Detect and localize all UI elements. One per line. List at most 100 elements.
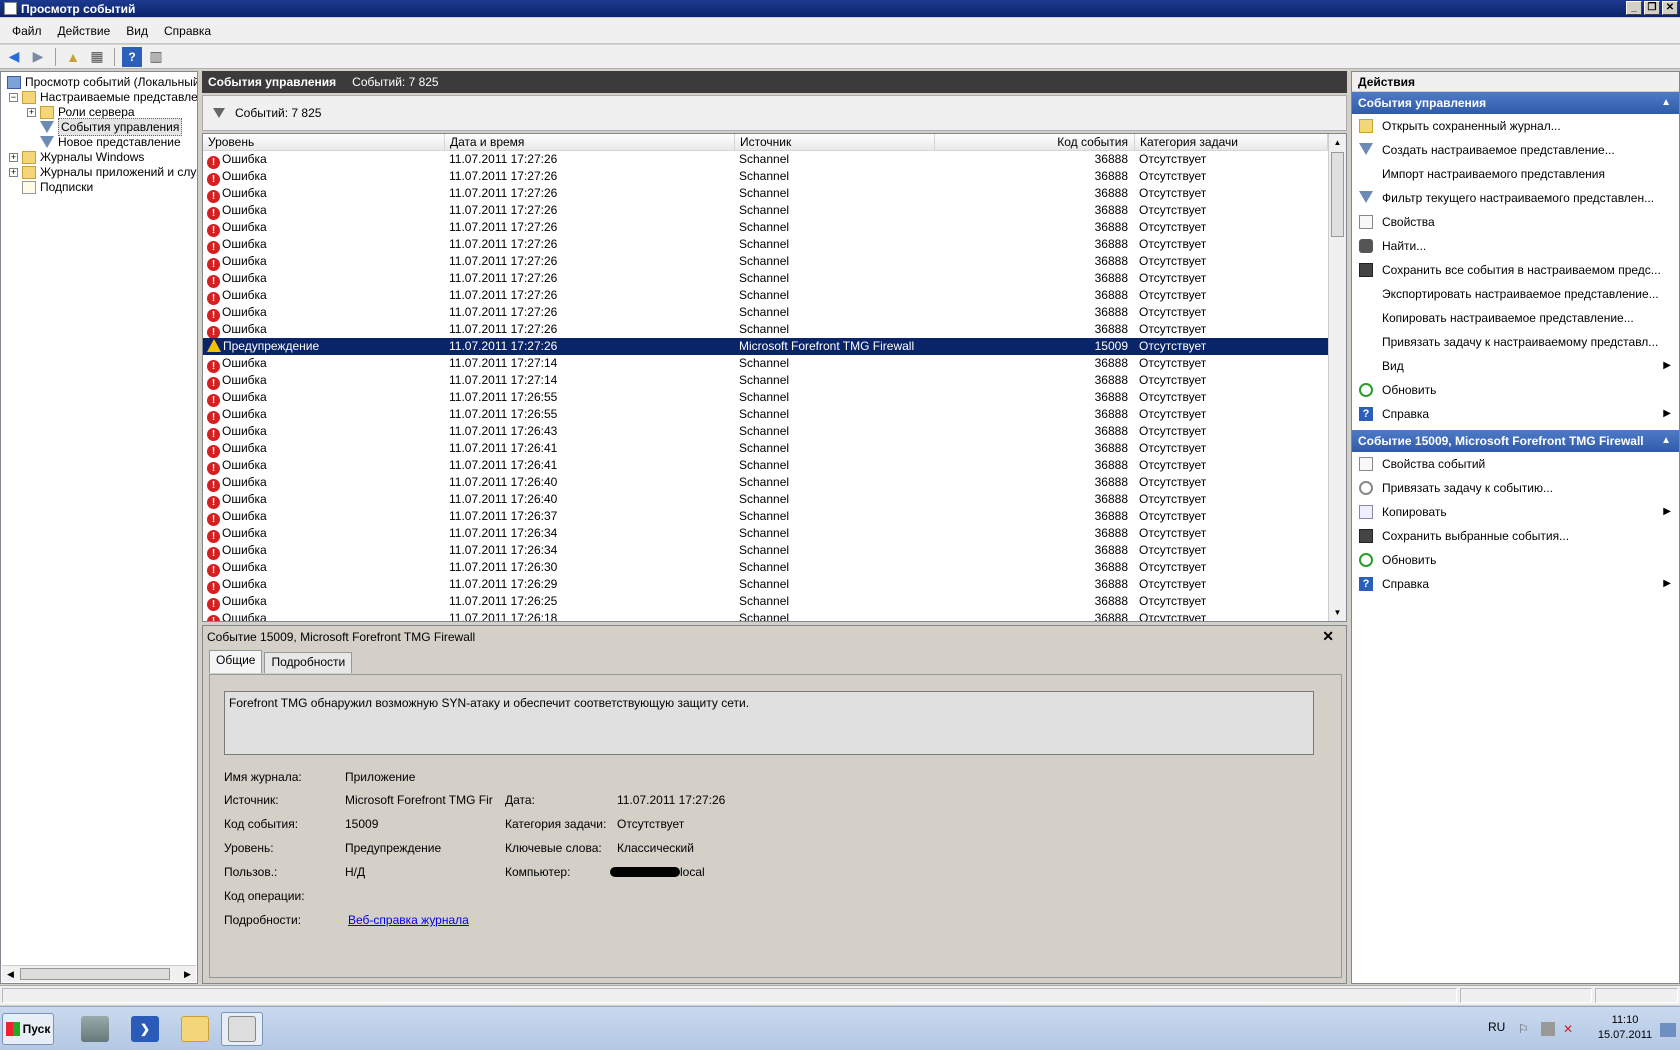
action-item[interactable]: Найти... [1352,234,1679,258]
up-folder-icon[interactable]: ▲ [63,47,83,67]
network-icon[interactable] [1541,1022,1555,1036]
tree-item-local[interactable]: Просмотр событий (Локальный) [7,74,197,90]
collapse-icon[interactable]: − [9,92,18,102]
forward-arrow-icon[interactable]: ▶ [28,47,48,67]
tab-general[interactable]: Общие [209,650,263,673]
action-item[interactable]: Привязать задачу к настраиваемому предст… [1352,330,1679,354]
minimize-button[interactable]: _ [1626,1,1642,15]
close-button[interactable]: ✕ [1662,1,1678,15]
action-item[interactable]: Импорт настраиваемого представления [1352,162,1679,186]
menu-help[interactable]: Справка [156,24,219,38]
action-item[interactable]: Свойства событий [1352,452,1679,476]
table-row[interactable]: ! Ошибка 11.07.2011 17:27:26 Schannel 36888 О… [203,185,1328,203]
event-log-online-help-link[interactable]: Веб-справка журнала [348,913,469,927]
taskbar-server-manager[interactable] [74,1012,116,1046]
table-row[interactable]: ! Ошибка 11.07.2011 17:27:26 Schannel 36888 О… [203,321,1328,339]
table-row[interactable]: ! Ошибка 11.07.2011 17:26:18 Schannel 36888 О… [203,610,1328,621]
table-row[interactable]: ! Ошибка 11.07.2011 17:27:26 Schannel 36888 О… [203,270,1328,288]
action-item[interactable]: ? Справка ▶ [1352,572,1679,596]
column-datetime[interactable]: Дата и время [445,134,735,151]
action-item[interactable]: Экспортировать настраиваемое представлен… [1352,282,1679,306]
show-hide-action-pane-icon[interactable]: ▥ [146,47,166,67]
table-row[interactable]: ! Ошибка 11.07.2011 17:26:40 Schannel 36888 О… [203,491,1328,509]
tree-item-subscriptions[interactable]: Подписки [22,179,93,195]
table-row[interactable]: ! Ошибка 11.07.2011 17:27:26 Schannel 36888 О… [203,304,1328,322]
expand-icon[interactable]: + [27,107,36,117]
table-row[interactable]: ! Ошибка 11.07.2011 17:26:37 Schannel 36888 О… [203,508,1328,526]
show-hide-tree-icon[interactable]: ▦ [87,47,107,67]
restore-button[interactable]: ❐ [1644,1,1660,15]
event-message[interactable]: Forefront TMG обнаружил возможную SYN-ат… [224,691,1314,755]
table-row[interactable]: ! Ошибка 11.07.2011 17:27:14 Schannel 36888 О… [203,372,1328,390]
table-row[interactable]: ! Ошибка 11.07.2011 17:26:55 Schannel 36888 О… [203,389,1328,407]
table-row[interactable]: Предупреждение 11.07.2011 17:27:26 Microso… [203,338,1328,355]
action-item[interactable]: Обновить [1352,548,1679,572]
taskbar-explorer[interactable] [174,1012,216,1046]
column-source[interactable]: Источник [735,134,935,151]
taskbar-event-viewer[interactable] [221,1012,263,1046]
scroll-thumb[interactable] [1331,152,1344,237]
action-center-flag-icon[interactable]: ⚐ [1518,1022,1532,1036]
action-item[interactable]: Фильтр текущего настраиваемого представл… [1352,186,1679,210]
action-item[interactable]: Создать настраиваемое представление... [1352,138,1679,162]
scroll-down-icon[interactable]: ▼ [1329,604,1346,621]
tree-item-new-view[interactable]: Новое представление [40,134,181,150]
table-row[interactable]: ! Ошибка 11.07.2011 17:26:29 Schannel 36888 О… [203,576,1328,594]
collapse-section-icon[interactable]: ▲ [1661,430,1671,452]
table-row[interactable]: ! Ошибка 11.07.2011 17:26:25 Schannel 36888 О… [203,593,1328,611]
action-item[interactable]: ? Справка ▶ [1352,402,1679,426]
scroll-thumb[interactable] [20,968,170,980]
close-icon[interactable]: ✕ [1322,628,1334,645]
menu-action[interactable]: Действие [50,24,119,38]
show-desktop-icon[interactable] [1660,1023,1676,1037]
table-row[interactable]: ! Ошибка 11.07.2011 17:27:26 Schannel 36888 О… [203,219,1328,237]
action-item[interactable]: Вид ▶ [1352,354,1679,378]
actions-section-view[interactable]: События управления ▲ [1352,92,1679,114]
table-vertical-scrollbar[interactable]: ▲ ▼ [1328,134,1346,621]
tree-item-windows-logs[interactable]: + Журналы Windows [9,149,144,165]
collapse-section-icon[interactable]: ▲ [1661,92,1671,114]
tree-item-custom-views[interactable]: − Настраиваемые представлени [9,89,197,105]
tree-item-admin-events[interactable]: События управления [40,118,183,136]
table-row[interactable]: ! Ошибка 11.07.2011 17:26:34 Schannel 36888 О… [203,525,1328,543]
back-arrow-icon[interactable]: ◀ [4,47,24,67]
input-language[interactable]: RU [1488,1020,1505,1034]
tree-item-app-service-logs[interactable]: + Журналы приложений и служ [9,164,197,180]
expand-icon[interactable]: + [9,167,18,177]
start-button[interactable]: Пуск [2,1013,54,1045]
table-row[interactable]: ! Ошибка 11.07.2011 17:27:26 Schannel 36888 О… [203,202,1328,220]
table-row[interactable]: ! Ошибка 11.07.2011 17:26:40 Schannel 36888 О… [203,474,1328,492]
table-row[interactable]: ! Ошибка 11.07.2011 17:27:26 Schannel 36888 О… [203,236,1328,254]
scroll-up-icon[interactable]: ▲ [1329,134,1346,151]
table-row[interactable]: ! Ошибка 11.07.2011 17:26:41 Schannel 36888 О… [203,440,1328,458]
action-item[interactable]: Открыть сохраненный журнал... [1352,114,1679,138]
tab-details[interactable]: Подробности [264,652,353,673]
taskbar-powershell[interactable]: ❯ [124,1012,166,1046]
actions-section-event[interactable]: Событие 15009, Microsoft Forefront TMG F… [1352,430,1679,452]
table-row[interactable]: ! Ошибка 11.07.2011 17:26:55 Schannel 36888 О… [203,406,1328,424]
tree-horizontal-scrollbar[interactable]: ◀ ▶ [2,965,196,982]
action-item[interactable]: Сохранить все события в настраиваемом пр… [1352,258,1679,282]
table-row[interactable]: ! Ошибка 11.07.2011 17:27:26 Schannel 36888 О… [203,168,1328,186]
column-task-category[interactable]: Категория задачи [1135,134,1328,151]
menu-view[interactable]: Вид [118,24,156,38]
volume-muted-icon[interactable]: ✕ [1563,1022,1577,1036]
table-row[interactable]: ! Ошибка 11.07.2011 17:26:41 Schannel 36888 О… [203,457,1328,475]
action-item[interactable]: Свойства [1352,210,1679,234]
action-item[interactable]: Сохранить выбранные события... [1352,524,1679,548]
column-level[interactable]: Уровень [203,134,445,151]
table-row[interactable]: ! Ошибка 11.07.2011 17:26:34 Schannel 36888 О… [203,542,1328,560]
action-item[interactable]: Копировать ▶ [1352,500,1679,524]
scroll-left-icon[interactable]: ◀ [2,966,19,982]
table-row[interactable]: ! Ошибка 11.07.2011 17:27:26 Schannel 36888 О… [203,151,1328,169]
table-row[interactable]: ! Ошибка 11.07.2011 17:26:43 Schannel 36888 О… [203,423,1328,441]
column-event-code[interactable]: Код события [935,134,1135,151]
system-clock[interactable]: 11:10 15.07.2011 [1594,1013,1656,1043]
table-row[interactable]: ! Ошибка 11.07.2011 17:27:14 Schannel 36888 О… [203,355,1328,373]
help-icon[interactable]: ? [122,46,142,67]
table-row[interactable]: ! Ошибка 11.07.2011 17:26:30 Schannel 36888 О… [203,559,1328,577]
action-item[interactable]: Привязать задачу к событию... [1352,476,1679,500]
expand-icon[interactable]: + [9,152,18,162]
scroll-right-icon[interactable]: ▶ [179,966,196,982]
action-item[interactable]: Копировать настраиваемое представление..… [1352,306,1679,330]
